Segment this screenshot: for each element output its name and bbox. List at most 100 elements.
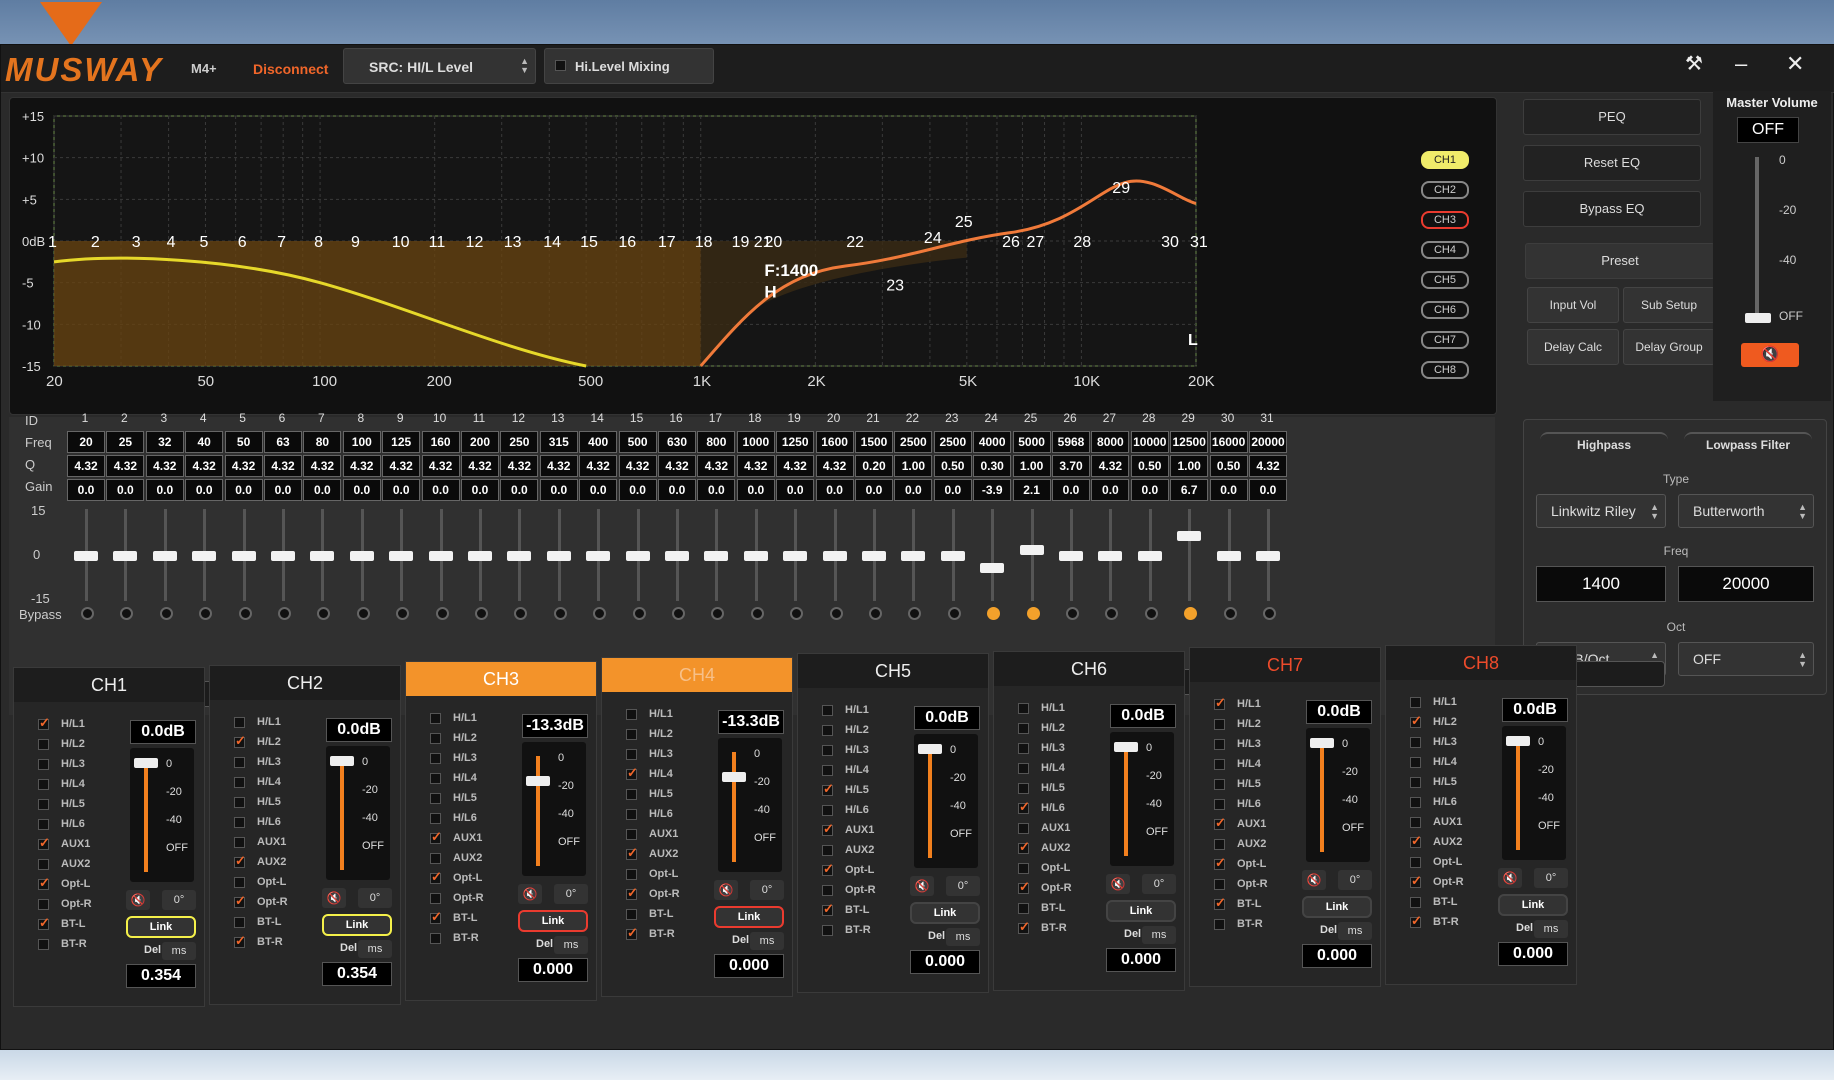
fader-track[interactable]	[1320, 742, 1324, 852]
gain-slider-knob[interactable]	[783, 551, 808, 561]
phase-button[interactable]: 0°	[1142, 874, 1176, 894]
input-checkbox[interactable]	[430, 812, 441, 824]
freq-cell[interactable]: 800	[697, 431, 736, 453]
bypass-toggle[interactable]	[1144, 607, 1158, 620]
gain-slider-knob[interactable]	[625, 551, 650, 561]
gain-slider-knob[interactable]	[468, 551, 492, 561]
input-row[interactable]: BT-L	[430, 909, 477, 930]
input-checkbox[interactable]	[1018, 839, 1030, 855]
link-button[interactable]: Link	[322, 914, 392, 936]
input-checkbox[interactable]	[234, 816, 245, 828]
input-checkbox[interactable]	[822, 804, 833, 816]
highpass-type-select[interactable]: Linkwitz Riley ▲ ▼	[1536, 494, 1666, 528]
input-row[interactable]: Opt-R	[626, 885, 680, 906]
input-checkbox[interactable]	[1214, 838, 1225, 850]
master-volume-knob[interactable]	[1745, 313, 1771, 323]
gain-slider-knob[interactable]	[231, 551, 256, 561]
input-checkbox[interactable]	[1214, 798, 1225, 810]
input-checkbox[interactable]	[1410, 756, 1421, 768]
gain-slider-knob[interactable]	[428, 551, 453, 561]
sub-setup-button[interactable]: Sub Setup	[1623, 287, 1715, 323]
channel-fader[interactable]: 0 -20 -40 OFF	[130, 748, 194, 882]
input-checkbox[interactable]	[1410, 913, 1422, 929]
reset-eq-button[interactable]: Reset EQ	[1523, 145, 1701, 181]
input-checkbox[interactable]	[1214, 758, 1225, 770]
input-row[interactable]: H/L3	[430, 752, 477, 770]
input-row[interactable]: H/L6	[430, 812, 477, 830]
input-row[interactable]: AUX1	[822, 821, 874, 842]
input-checkbox[interactable]	[234, 933, 246, 949]
bypass-toggle[interactable]	[829, 607, 843, 620]
bypass-toggle[interactable]	[869, 607, 882, 620]
input-row[interactable]: H/L3	[38, 758, 85, 776]
q-cell[interactable]: 0.20	[855, 455, 893, 477]
gain-slider-knob[interactable]	[1019, 544, 1044, 555]
fader-knob[interactable]	[1310, 738, 1334, 748]
input-checkbox[interactable]	[430, 752, 441, 764]
input-row[interactable]: H/L3	[822, 744, 869, 762]
fader-track[interactable]	[1124, 746, 1128, 856]
input-row[interactable]: Opt-R	[822, 884, 876, 902]
input-row[interactable]: H/L3	[234, 756, 281, 774]
input-checkbox[interactable]	[234, 916, 245, 928]
bypass-toggle[interactable]	[1223, 607, 1237, 620]
bypass-toggle[interactable]	[908, 607, 922, 620]
minimize-button[interactable]: –	[1735, 51, 1747, 77]
q-cell[interactable]: 4.32	[382, 455, 421, 477]
q-cell[interactable]: 4.32	[461, 455, 499, 477]
lowpass-type-select[interactable]: Butterworth ▲ ▼	[1678, 494, 1814, 528]
input-checkbox[interactable]	[1214, 738, 1225, 750]
band-number[interactable]: 2	[91, 234, 100, 251]
gain-slider-knob[interactable]	[1256, 551, 1280, 561]
q-cell[interactable]: 4.32	[776, 455, 815, 477]
mute-button[interactable]: 🔇	[1302, 870, 1326, 890]
fader-track[interactable]	[732, 752, 736, 862]
input-row[interactable]: H/L5	[1410, 776, 1457, 794]
gain-slider-knob[interactable]	[546, 551, 571, 561]
input-row[interactable]: Opt-L	[234, 876, 286, 894]
band-number[interactable]: 14	[543, 234, 561, 251]
phase-button[interactable]: 0°	[1534, 868, 1568, 888]
phase-button[interactable]: 0°	[946, 876, 980, 896]
channel-header[interactable]: CH4	[602, 658, 792, 692]
gain-cell[interactable]: 0.0	[67, 479, 105, 501]
fader-knob[interactable]	[1114, 742, 1138, 752]
delay-group-button[interactable]: Delay Group	[1623, 329, 1715, 365]
input-checkbox[interactable]	[430, 772, 441, 784]
input-row[interactable]: Opt-R	[430, 892, 484, 910]
freq-cell[interactable]: 160	[421, 431, 460, 453]
input-checkbox[interactable]	[1410, 856, 1421, 868]
preset-button[interactable]: Preset	[1525, 243, 1715, 279]
band-number[interactable]: 31	[1190, 234, 1208, 251]
delay-readout[interactable]: 0.000	[1302, 944, 1372, 968]
mute-button[interactable]: 🔇	[910, 876, 934, 896]
input-checkbox[interactable]	[1018, 862, 1029, 874]
input-checkbox[interactable]	[430, 852, 441, 864]
band-number[interactable]: 5	[199, 234, 208, 251]
gain-cell[interactable]: 0.0	[1091, 479, 1130, 501]
gain-slider-knob[interactable]	[1137, 551, 1162, 561]
input-checkbox[interactable]	[626, 708, 637, 720]
input-row[interactable]: AUX1	[1214, 815, 1266, 836]
channel-fader[interactable]: 0 -20 -40 OFF	[718, 738, 782, 872]
freq-cell[interactable]: 200	[461, 431, 499, 453]
bypass-toggle[interactable]	[356, 607, 370, 620]
input-row[interactable]: BT-R	[1410, 913, 1459, 934]
delay-readout[interactable]: 0.000	[518, 958, 588, 982]
gain-slider-knob[interactable]	[822, 551, 847, 561]
bypass-toggle[interactable]	[1026, 607, 1040, 620]
input-row[interactable]: H/L6	[38, 818, 85, 836]
band-number[interactable]: 1	[48, 234, 57, 251]
lowpass-freq-input[interactable]: 20000	[1678, 566, 1814, 602]
band-number[interactable]: 17	[658, 234, 676, 251]
gain-cell[interactable]: 0.0	[342, 479, 381, 501]
gain-cell[interactable]: 0.0	[1249, 479, 1287, 501]
q-cell[interactable]: 4.32	[658, 455, 696, 477]
gain-cell[interactable]: 0.0	[658, 479, 696, 501]
disconnect-button[interactable]: Disconnect	[253, 61, 328, 77]
gain-slider-knob[interactable]	[1177, 530, 1202, 541]
gain-cell[interactable]: 0.0	[1052, 479, 1090, 501]
input-checkbox[interactable]	[38, 858, 49, 870]
master-volume-track[interactable]	[1755, 157, 1759, 323]
input-checkbox[interactable]	[430, 732, 441, 744]
